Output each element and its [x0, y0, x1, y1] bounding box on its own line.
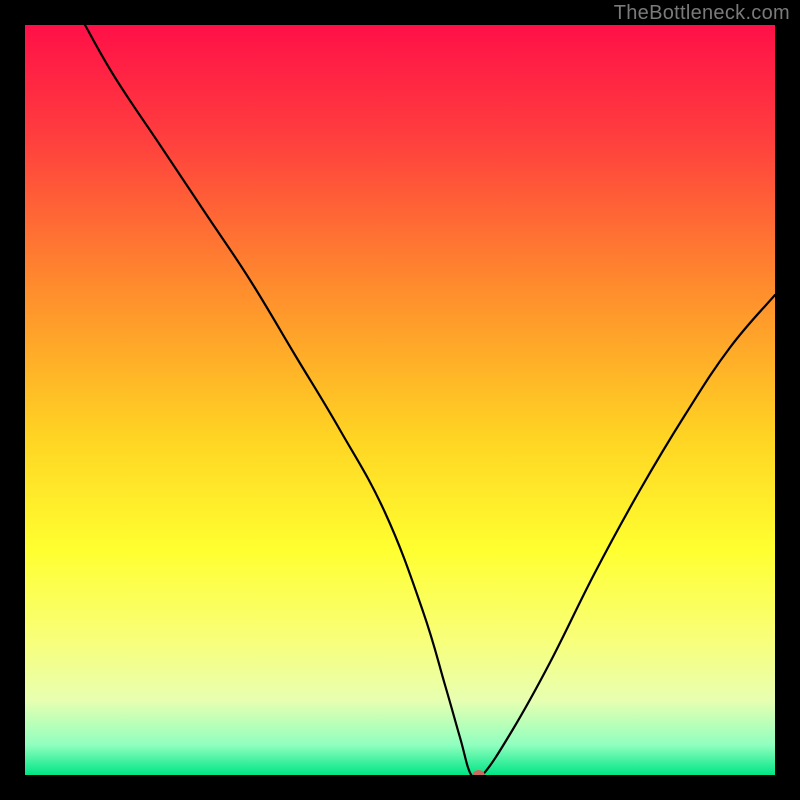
- chart-frame: TheBottleneck.com: [0, 0, 800, 800]
- plot-area: [25, 25, 775, 775]
- chart-svg: [25, 25, 775, 775]
- gradient-backdrop: [25, 25, 775, 775]
- watermark-text: TheBottleneck.com: [614, 2, 790, 25]
